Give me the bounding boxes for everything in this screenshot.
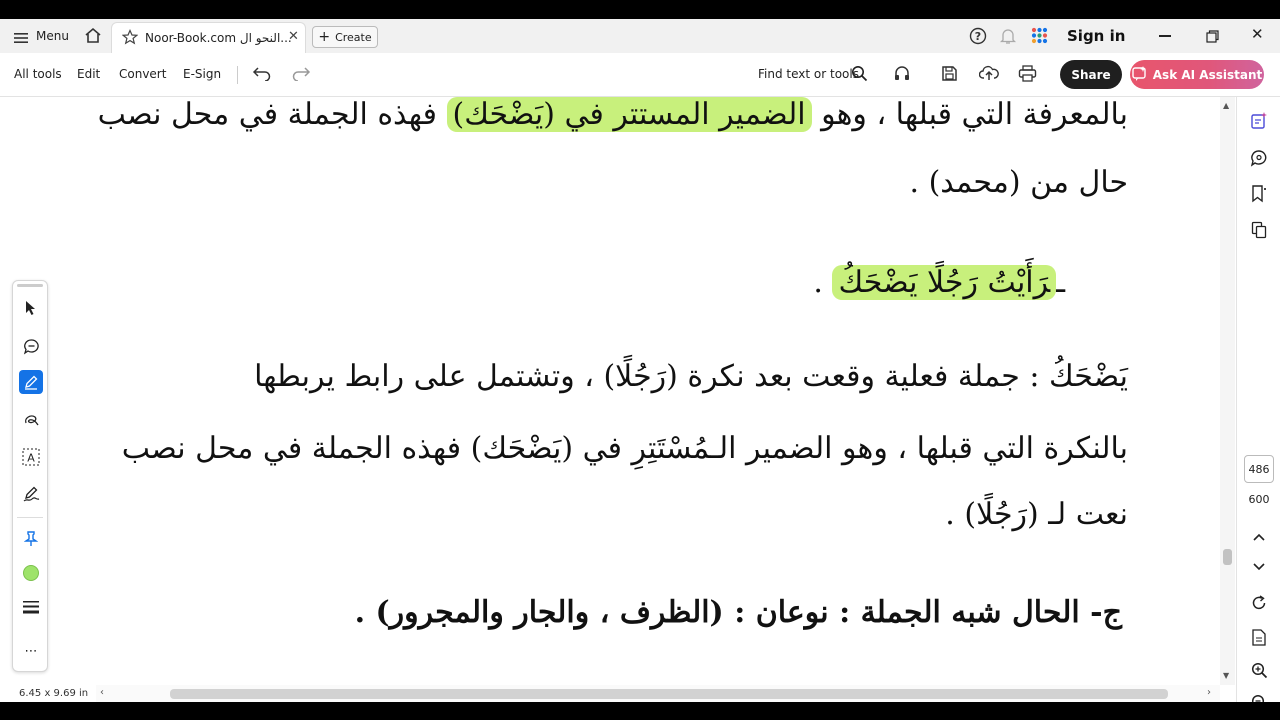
add-text-icon[interactable]: A xyxy=(19,445,43,469)
toolbar-divider xyxy=(237,66,238,84)
ask-ai-assistant-button[interactable]: Ask AI Assistant xyxy=(1130,60,1264,89)
star-icon[interactable] xyxy=(121,29,139,49)
upload-cloud-icon[interactable] xyxy=(978,64,999,86)
menu-esign[interactable]: E-Sign xyxy=(183,67,221,81)
ai-sparkle-icon xyxy=(1132,65,1147,84)
vertical-scroll-thumb[interactable] xyxy=(1223,549,1232,565)
apps-grid-icon[interactable] xyxy=(1031,27,1048,48)
text-run: نعت لـ (رَجُلًا) . xyxy=(945,497,1128,532)
document-view[interactable]: بالمعرفة التي قبلها ، وهو الضمير المستتر… xyxy=(0,97,1220,685)
document-tab[interactable]: Noor-Book.com النحو ال... ✕ xyxy=(111,22,306,53)
text-run: . xyxy=(813,265,833,300)
minimize-icon[interactable] xyxy=(1159,35,1171,37)
doc-line-5: بالنكرة التي قبلها ، وهو الضمير الـمُسْت… xyxy=(122,431,1128,466)
page-size-label: 6.45 x 9.69 in xyxy=(19,688,89,699)
title-bar: Menu Noor-Book.com النحو ال... ✕ + Creat… xyxy=(0,19,1280,53)
help-icon[interactable]: ? xyxy=(969,27,987,49)
text-run: بالنكرة التي قبلها ، وهو الضمير الـمُسْت… xyxy=(121,431,1128,466)
text-run: يَضْحَكُ : جملة فعلية وقعت بعد نكرة (رَج… xyxy=(254,359,1128,394)
pin-icon[interactable] xyxy=(19,527,43,551)
share-button[interactable]: Share xyxy=(1060,60,1122,89)
bookmarks-icon[interactable] xyxy=(1249,184,1269,204)
tab-close-icon[interactable]: ✕ xyxy=(288,29,299,44)
toolbar: All tools Edit Convert E-Sign Find text … xyxy=(0,53,1280,97)
save-icon[interactable] xyxy=(941,65,958,86)
doc-line-7: ج- الحال شبه الجملة : نوعان : (الظرف ، و… xyxy=(355,595,1122,630)
tab-title: Noor-Book.com النحو ال... xyxy=(145,31,292,45)
quick-tools-panel: A ⋯ xyxy=(12,280,48,672)
doc-line-2: حال من (محمد) . xyxy=(910,165,1128,200)
next-page-icon[interactable] xyxy=(1249,557,1269,577)
page-fit-icon[interactable] xyxy=(1249,627,1269,647)
more-tools-icon[interactable]: ⋯ xyxy=(19,639,43,663)
sign-in-button[interactable]: Sign in xyxy=(1067,27,1125,45)
rotate-icon[interactable] xyxy=(1249,593,1269,613)
search-icon[interactable] xyxy=(851,65,868,86)
scroll-left-arrow-icon[interactable]: ‹ xyxy=(100,687,104,698)
doc-line-6: نعت لـ (رَجُلًا) . xyxy=(945,497,1128,532)
highlight-annotation[interactable]: رَأَيْتُ رَجُلًا يَضْحَكُ xyxy=(832,265,1057,300)
panel-divider xyxy=(17,517,43,518)
acrobat-window: Menu Noor-Book.com النحو ال... ✕ + Creat… xyxy=(0,19,1280,702)
zoom-in-icon[interactable] xyxy=(1249,660,1269,680)
create-label: Create xyxy=(335,30,372,44)
print-icon[interactable] xyxy=(1018,65,1037,86)
text-run: حال من (محمد) . xyxy=(909,165,1128,200)
menu-label[interactable]: Menu xyxy=(36,29,69,43)
svg-text:A: A xyxy=(27,452,35,465)
menu-convert[interactable]: Convert xyxy=(119,67,166,81)
line-weight-icon[interactable] xyxy=(19,595,43,619)
select-cursor-icon[interactable] xyxy=(19,296,43,320)
menu-all-tools[interactable]: All tools xyxy=(14,67,62,81)
home-icon[interactable] xyxy=(84,27,102,48)
comments-icon[interactable] xyxy=(1249,148,1269,168)
horizontal-scrollbar[interactable]: ‹ › xyxy=(96,685,1220,702)
text-run: ج- الحال شبه الجملة : نوعان : (الظرف ، و… xyxy=(354,595,1122,630)
text-run: ـ xyxy=(1056,265,1065,300)
bell-icon[interactable] xyxy=(999,27,1017,49)
create-button[interactable]: + Create xyxy=(312,26,378,48)
svg-text:?: ? xyxy=(975,30,981,43)
fill-sign-icon[interactable] xyxy=(19,482,43,506)
vertical-scrollbar[interactable]: ▲ ▼ xyxy=(1220,97,1235,685)
right-rail: 486 600 xyxy=(1236,97,1280,702)
doc-line-1: بالمعرفة التي قبلها ، وهو الضمير المستتر… xyxy=(98,97,1128,132)
plus-icon: + xyxy=(318,29,331,45)
horizontal-scroll-thumb[interactable] xyxy=(170,689,1168,699)
highlight-pen-icon[interactable] xyxy=(19,370,43,394)
copy-pages-icon[interactable] xyxy=(1249,220,1269,240)
doc-line-3: ـرَأَيْتُ رَجُلًا يَضْحَكُ . xyxy=(813,265,1065,300)
page-number-input[interactable]: 486 xyxy=(1244,455,1274,483)
scroll-right-arrow-icon[interactable]: › xyxy=(1207,687,1211,698)
draw-freehand-icon[interactable] xyxy=(19,408,43,432)
previous-page-icon[interactable] xyxy=(1249,527,1269,547)
color-swatch-icon[interactable] xyxy=(19,561,43,585)
text-run: بالمعرفة التي قبلها ، وهو xyxy=(811,97,1128,132)
hamburger-icon[interactable] xyxy=(14,29,28,48)
add-comment-icon[interactable] xyxy=(19,334,43,358)
read-aloud-icon[interactable] xyxy=(893,65,911,86)
menu-edit[interactable]: Edit xyxy=(77,67,100,81)
doc-line-4: يَضْحَكُ : جملة فعلية وقعت بعد نكرة (رَج… xyxy=(254,359,1128,394)
find-text-label[interactable]: Find text or tools xyxy=(758,67,859,81)
redo-icon[interactable] xyxy=(291,65,311,85)
restore-icon[interactable] xyxy=(1206,28,1219,47)
close-window-icon[interactable]: ✕ xyxy=(1251,25,1264,43)
ai-summary-icon[interactable] xyxy=(1249,111,1269,131)
ai-label: Ask AI Assistant xyxy=(1152,67,1263,82)
zoom-out-icon[interactable] xyxy=(1249,692,1269,702)
undo-icon[interactable] xyxy=(252,65,272,85)
scroll-up-arrow-icon[interactable]: ▲ xyxy=(1223,101,1229,110)
page-total: 600 xyxy=(1248,493,1270,506)
panel-drag-handle[interactable] xyxy=(17,284,43,287)
text-run: فهذه الجملة في محل نصب xyxy=(97,97,447,132)
scroll-down-arrow-icon[interactable]: ▼ xyxy=(1223,671,1229,680)
highlight-annotation[interactable]: الضمير المستتر في (يَضْحَك) xyxy=(446,97,812,132)
